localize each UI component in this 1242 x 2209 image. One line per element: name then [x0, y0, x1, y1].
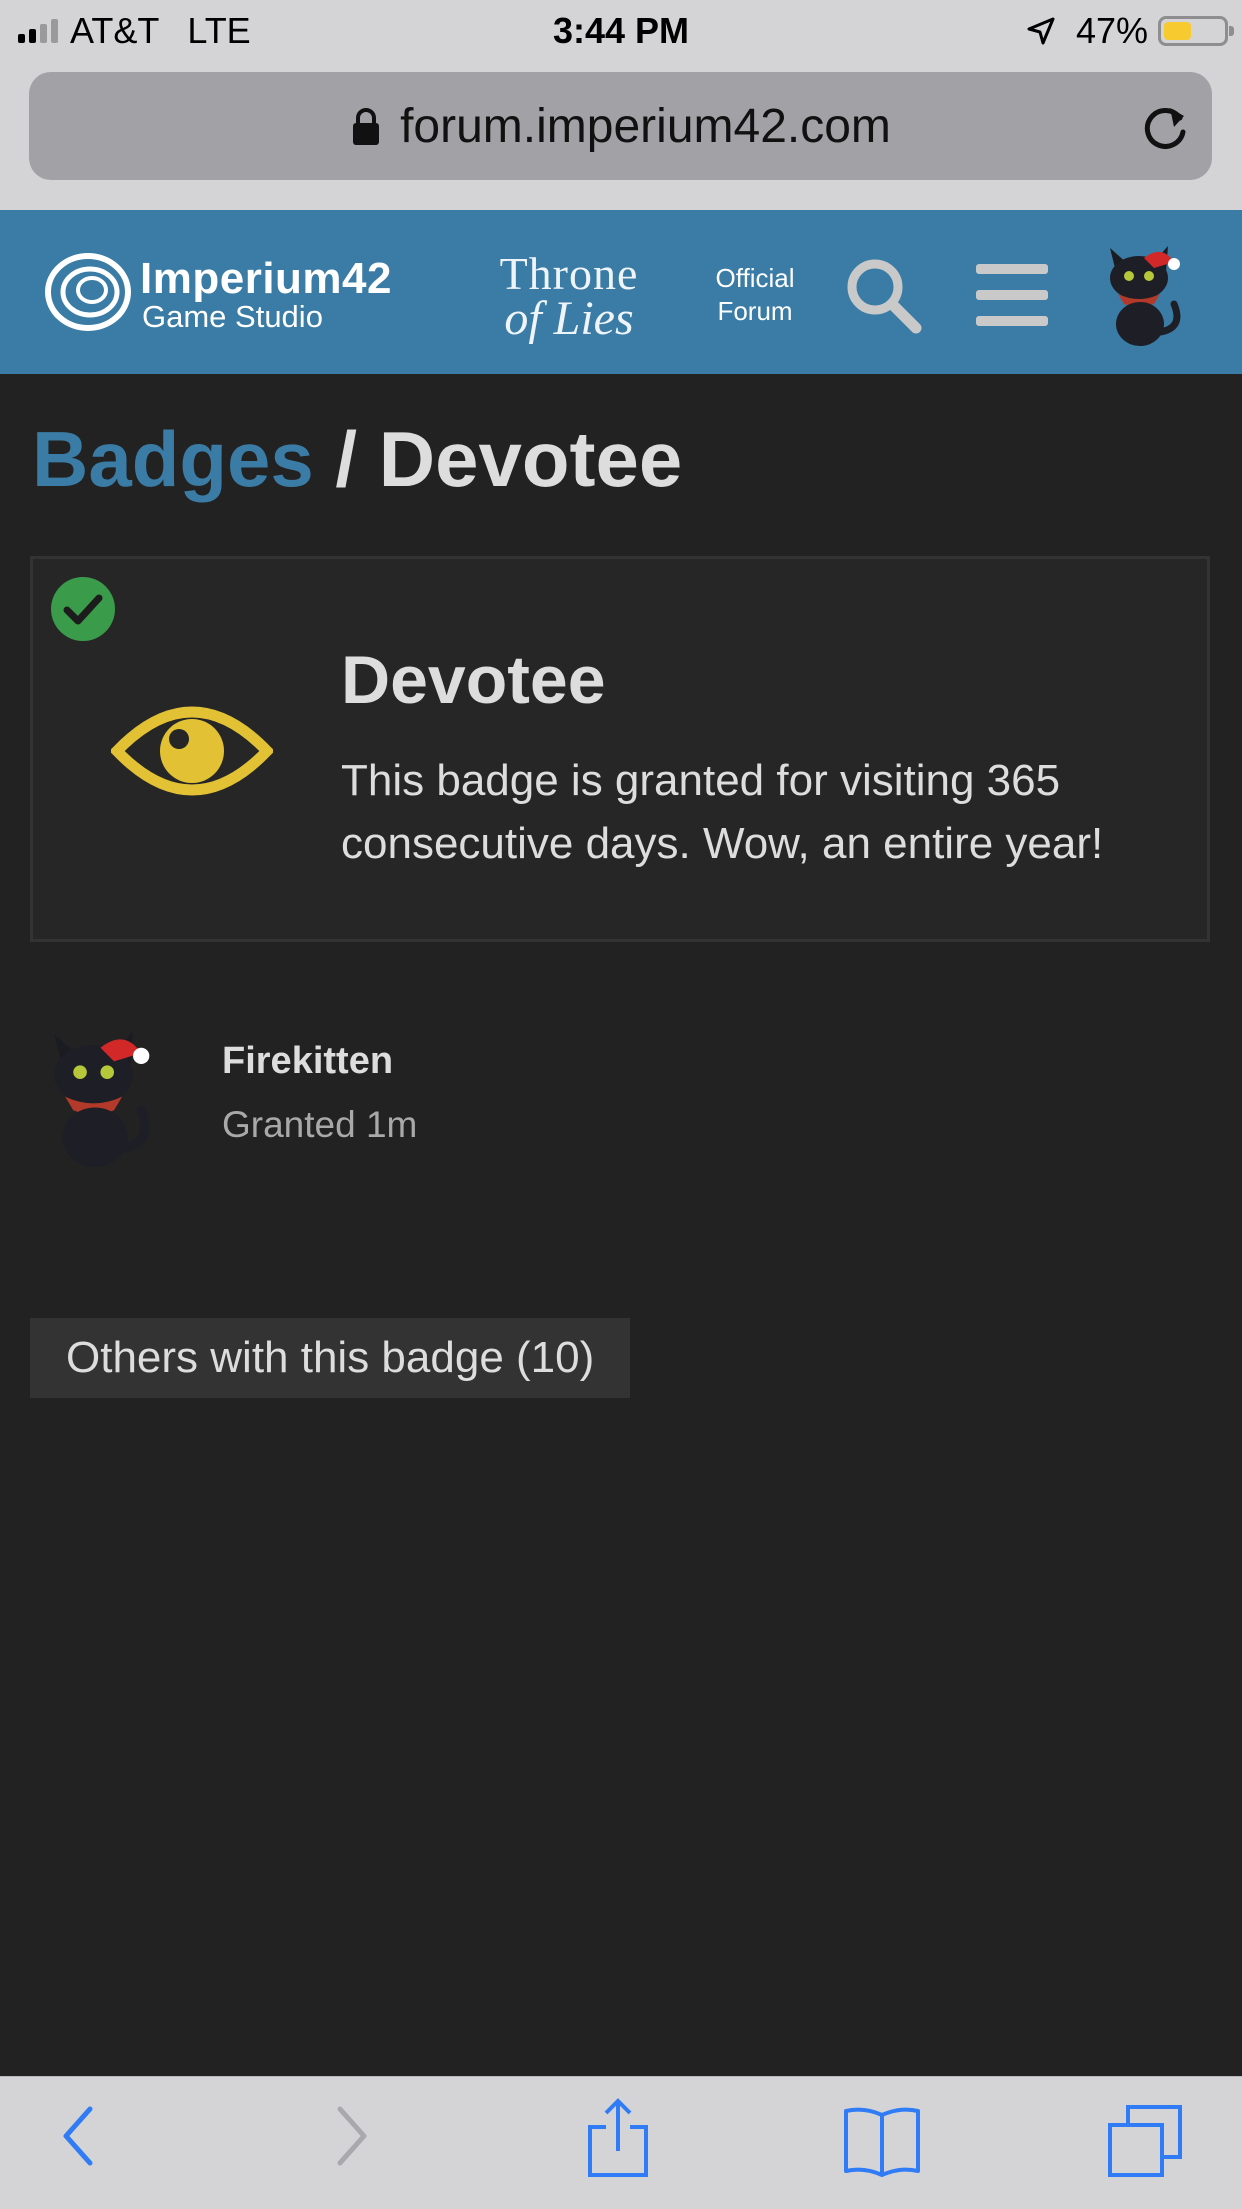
swirl-logo-icon	[42, 250, 134, 339]
reload-icon[interactable]	[1140, 100, 1190, 164]
others-with-badge-button[interactable]: Others with this badge (10)	[30, 1318, 631, 1398]
badge-description: This badge is granted for visiting 365 c…	[341, 756, 1104, 868]
badge-grant-entry: Firekitten Granted 1m	[30, 1026, 1210, 1176]
battery-percent: 47%	[1075, 10, 1148, 51]
search-icon[interactable]	[842, 254, 924, 341]
throne-of-lies-logo[interactable]: Throne of Lies	[466, 248, 672, 345]
grantee-username[interactable]: Firekitten	[222, 1040, 393, 1083]
badge-card: Devotee This badge is granted for visiti…	[30, 556, 1210, 942]
status-right: 47%	[1026, 10, 1234, 52]
address-url: forum.imperium42.com	[400, 99, 891, 153]
game-logo-line2: of Lies	[504, 291, 634, 345]
location-arrow-icon	[1026, 16, 1056, 46]
badge-title: Devotee	[341, 642, 606, 718]
lock-icon	[350, 106, 382, 146]
tabs-icon[interactable]	[1106, 2103, 1184, 2184]
granted-time: Granted 1m	[222, 1104, 418, 1145]
battery-icon	[1158, 16, 1234, 46]
breadcrumb-current: Devotee	[378, 415, 683, 503]
game-logo-line1: Throne	[499, 248, 639, 299]
browser-address-area: forum.imperium42.com	[0, 62, 1242, 210]
breadcrumb-badges-link[interactable]: Badges	[32, 415, 314, 503]
hamburger-menu-icon[interactable]	[976, 264, 1048, 331]
user-avatar[interactable]	[1094, 242, 1186, 348]
browser-toolbar	[0, 2076, 1242, 2209]
site-header: Imperium42 Game Studio Throne of Lies Of…	[0, 210, 1242, 374]
status-bar: AT&T LTE 3:44 PM 47%	[0, 0, 1242, 62]
studio-subtitle: Game Studio	[142, 299, 323, 334]
studio-name: Imperium42	[140, 254, 392, 303]
address-bar[interactable]: forum.imperium42.com	[29, 72, 1212, 180]
official-line1: Official	[715, 263, 795, 293]
share-icon[interactable]	[586, 2097, 650, 2184]
official-forum-label[interactable]: Official Forum	[708, 262, 802, 327]
official-line2: Forum	[717, 295, 793, 326]
forward-icon[interactable]	[332, 2101, 372, 2176]
back-icon[interactable]	[58, 2101, 98, 2176]
breadcrumb: Badges / Devotee	[32, 414, 682, 505]
breadcrumb-separator: /	[313, 415, 379, 503]
imperium42-logo[interactable]: Imperium42 Game Studio	[42, 250, 392, 339]
granted-check-icon	[51, 577, 115, 641]
eye-icon	[109, 695, 275, 812]
bookmarks-icon[interactable]	[842, 2105, 922, 2182]
grantee-avatar[interactable]	[30, 1026, 160, 1170]
